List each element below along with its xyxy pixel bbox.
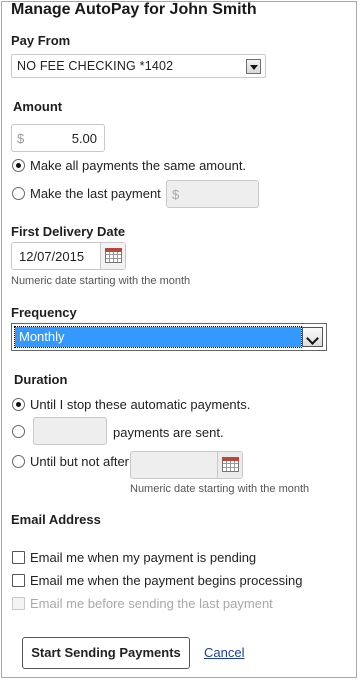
email-label: Email Address bbox=[11, 512, 101, 527]
first-delivery-calendar-button[interactable] bbox=[100, 243, 125, 269]
checkbox-email-processing[interactable] bbox=[12, 574, 25, 587]
radio-until-date[interactable] bbox=[12, 455, 25, 468]
currency-symbol: $ bbox=[17, 131, 25, 146]
last-payment-currency: $ bbox=[172, 187, 180, 202]
checkbox-email-pending[interactable] bbox=[12, 551, 25, 564]
radio-same-amount[interactable] bbox=[12, 159, 25, 172]
chevron-down-icon[interactable] bbox=[302, 327, 323, 347]
duration-label: Duration bbox=[14, 372, 68, 387]
checkbox-email-last[interactable] bbox=[12, 597, 25, 610]
radio-last-payment[interactable] bbox=[12, 187, 25, 200]
start-sending-payments-button[interactable]: Start Sending Payments bbox=[22, 637, 190, 669]
cancel-link[interactable]: Cancel bbox=[204, 645, 244, 660]
payment-count-input[interactable] bbox=[33, 417, 107, 445]
chevron-down-icon[interactable] bbox=[246, 59, 261, 74]
pay-from-select[interactable]: NO FEE CHECKING *1402 bbox=[11, 54, 266, 78]
radio-last-payment-label: Make the last payment bbox=[30, 186, 161, 201]
frequency-label: Frequency bbox=[11, 305, 77, 320]
first-delivery-date-input[interactable]: 12/07/2015 bbox=[11, 242, 126, 270]
until-date-calendar-button[interactable] bbox=[217, 452, 242, 478]
checkbox-email-last-label: Email me before sending the last payment bbox=[30, 596, 273, 611]
radio-until-stop[interactable] bbox=[12, 398, 25, 411]
radio-until-date-label: Until but not after bbox=[30, 454, 129, 469]
first-delivery-date-value: 12/07/2015 bbox=[19, 249, 85, 264]
until-date-input[interactable] bbox=[130, 451, 243, 479]
radio-payment-count[interactable] bbox=[12, 425, 25, 438]
amount-value: 5.00 bbox=[71, 131, 97, 146]
last-payment-amount-input[interactable]: $ bbox=[166, 180, 259, 208]
frequency-value: Monthly bbox=[19, 329, 65, 344]
first-delivery-label: First Delivery Date bbox=[11, 224, 126, 239]
radio-payment-count-label: payments are sent. bbox=[113, 425, 224, 440]
frequency-select[interactable]: Monthly bbox=[11, 323, 327, 351]
pay-from-label: Pay From bbox=[11, 33, 71, 48]
calendar-icon bbox=[222, 457, 239, 472]
page-title: Manage AutoPay for John Smith bbox=[11, 1, 257, 18]
checkbox-email-pending-label: Email me when my payment is pending bbox=[30, 550, 257, 565]
until-date-hint: Numeric date starting with the month bbox=[130, 483, 310, 495]
checkbox-email-processing-label: Email me when the payment begins process… bbox=[30, 573, 303, 588]
radio-until-stop-label: Until I stop these automatic payments. bbox=[30, 397, 251, 412]
calendar-icon bbox=[105, 248, 122, 263]
amount-label: Amount bbox=[13, 99, 63, 114]
first-delivery-hint: Numeric date starting with the month bbox=[11, 275, 191, 287]
amount-input[interactable]: $ 5.00 bbox=[11, 124, 105, 152]
radio-same-amount-label: Make all payments the same amount. bbox=[30, 158, 247, 173]
pay-from-value: NO FEE CHECKING *1402 bbox=[17, 59, 174, 73]
